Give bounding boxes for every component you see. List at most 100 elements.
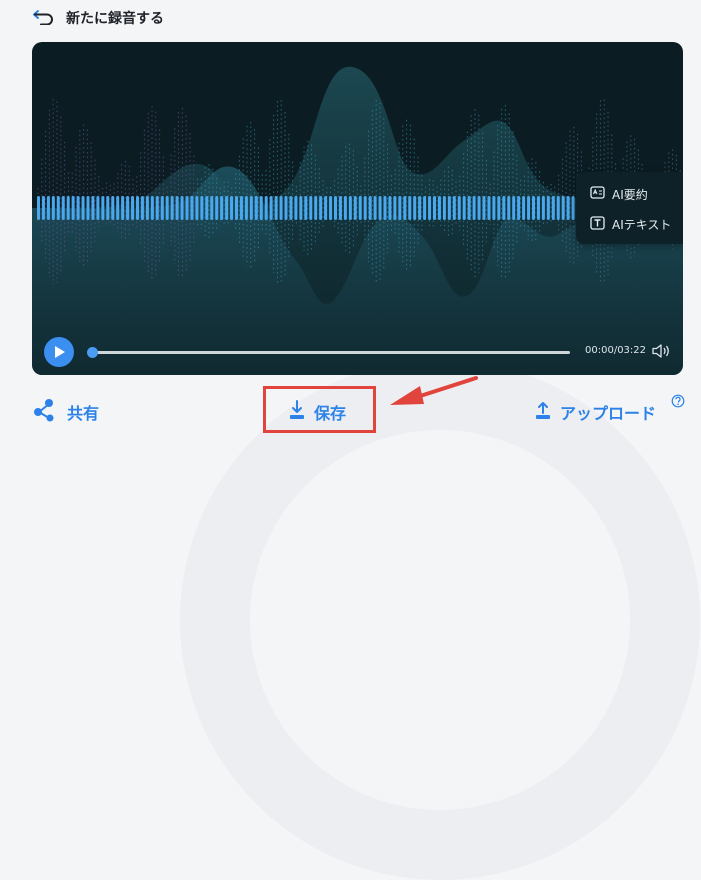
waveform-bar — [393, 196, 397, 220]
waveform-bar — [398, 196, 402, 220]
waveform-bar — [185, 196, 189, 220]
waveform-bar — [225, 196, 229, 220]
waveform-bar — [111, 196, 115, 220]
waveform-bar — [423, 196, 427, 220]
waveform-bar — [497, 196, 501, 220]
waveform-bar — [536, 196, 540, 220]
waveform-bar — [66, 196, 70, 220]
waveform-bar — [264, 196, 268, 220]
waveform-bar — [160, 196, 164, 220]
waveform-bar — [532, 196, 535, 220]
waveform-bar — [61, 196, 65, 220]
waveform-bar — [244, 196, 248, 220]
waveform-bar — [467, 196, 471, 220]
back-new-recording[interactable]: 新たに録音する — [32, 6, 164, 30]
waveform-bar — [46, 196, 50, 220]
waveform-bar — [388, 196, 392, 220]
waveform-bar — [522, 196, 526, 220]
waveform-bar — [215, 196, 219, 220]
waveform-bar — [37, 196, 40, 220]
text-icon — [590, 215, 605, 233]
upload-button[interactable]: アップロード — [535, 400, 656, 424]
waveform-bar — [561, 196, 565, 220]
waveform-bar — [210, 196, 214, 220]
waveform-bar — [433, 196, 436, 220]
waveform-bar — [368, 196, 372, 220]
waveform-bar — [477, 196, 481, 220]
save-label: 保存 — [314, 404, 347, 423]
help-icon[interactable] — [671, 393, 685, 412]
progress-handle[interactable] — [87, 347, 98, 358]
waveform-bar — [41, 196, 45, 220]
waveform-bar — [541, 196, 545, 220]
waveform-bar — [358, 196, 362, 220]
waveform-bar — [136, 196, 139, 220]
waveform-bar — [353, 196, 357, 220]
waveform-bar — [140, 196, 144, 220]
waveform-bar — [428, 196, 432, 220]
share-button[interactable]: 共有 — [32, 398, 99, 426]
volume-icon[interactable] — [651, 342, 671, 364]
play-button[interactable] — [44, 337, 74, 367]
waveform-bar — [413, 196, 417, 220]
audio-player: AI要約 AIテキスト 00:00/03:22 — [32, 42, 683, 375]
waveform-bar — [279, 196, 283, 220]
waveform-bar — [131, 196, 135, 220]
waveform-bar — [437, 196, 441, 220]
waveform-bar — [378, 196, 382, 220]
waveform-bar — [383, 196, 387, 220]
waveform-bar — [121, 196, 125, 220]
page-title: 新たに録音する — [66, 11, 164, 27]
waveform-bar — [418, 196, 422, 220]
waveform-bar — [319, 196, 323, 220]
waveform-bar — [205, 196, 209, 220]
waveform-bar — [348, 196, 352, 220]
waveform-bar — [403, 196, 407, 220]
waveform-bar — [170, 196, 174, 220]
waveform-bar — [106, 196, 110, 220]
waveform-bar — [487, 196, 491, 220]
waveform-bar — [150, 196, 154, 220]
share-icon — [32, 398, 58, 426]
waveform-bar — [145, 196, 149, 220]
ai-summary-button[interactable]: AI要約 — [590, 184, 648, 204]
waveform-bar — [284, 196, 288, 220]
waveform-bar — [96, 196, 100, 220]
waveform-bar — [447, 196, 451, 220]
background-arc — [180, 360, 700, 880]
waveform-bar — [334, 196, 337, 220]
waveform-bar — [457, 196, 461, 220]
waveform-bar — [309, 196, 313, 220]
waveform-bar — [507, 196, 511, 220]
waveform-bar — [101, 196, 105, 220]
waveform-bar — [190, 196, 194, 220]
waveform-bar — [517, 196, 521, 220]
waveform-bar — [76, 196, 80, 220]
waveform-bar — [304, 196, 308, 220]
progress-bar[interactable] — [87, 347, 570, 358]
waveform-bar — [492, 196, 496, 220]
waveform-bar — [373, 196, 377, 220]
waveform-bar — [442, 196, 446, 220]
waveform-bar — [175, 196, 179, 220]
waveform-bar — [324, 196, 328, 220]
ai-summary-label: AI要約 — [612, 187, 648, 202]
waveform-bar — [452, 196, 456, 220]
waveform-bar — [299, 196, 303, 220]
waveform-bar — [165, 196, 169, 220]
waveform-bar — [269, 196, 273, 220]
ai-side-menu: AI要約 AIテキスト — [576, 172, 683, 244]
waveform-bar — [254, 196, 258, 220]
waveform-bar — [116, 196, 120, 220]
save-button[interactable]: 保存 — [289, 400, 346, 424]
ai-summary-icon — [590, 186, 605, 202]
waveform-bar — [329, 196, 333, 220]
waveform-bar — [71, 196, 75, 220]
waveform-bar — [220, 196, 224, 220]
waveform-bar — [56, 196, 60, 220]
waveform-bar — [239, 196, 243, 220]
waveform-bar — [195, 196, 199, 220]
ai-text-button[interactable]: AIテキスト — [590, 214, 671, 234]
waveform-bar — [462, 196, 466, 220]
upload-icon — [535, 400, 551, 424]
